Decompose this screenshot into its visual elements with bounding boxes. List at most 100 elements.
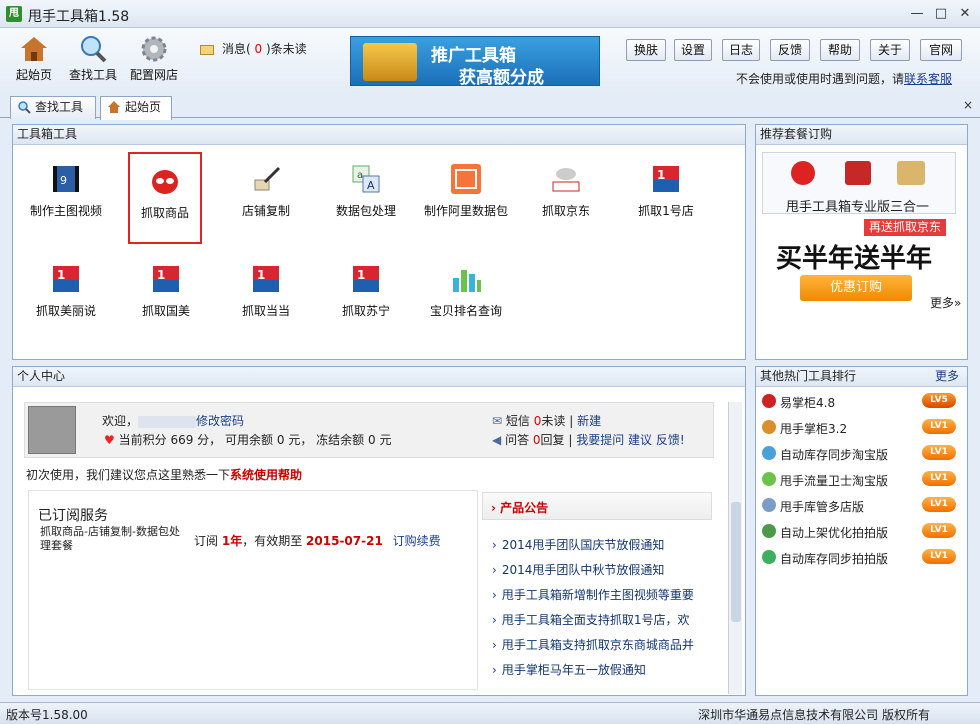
scrollbar-thumb[interactable]	[731, 502, 741, 622]
log-button[interactable]: 日志	[722, 39, 760, 61]
tab-home[interactable]: 起始页	[100, 96, 172, 120]
change-password-link[interactable]: 修改密码	[196, 414, 244, 428]
recommend-title: 推荐套餐订购	[756, 125, 967, 145]
tool-grab-product[interactable]: 抓取商品	[128, 152, 202, 244]
envelope-icon	[200, 44, 214, 55]
settings-button[interactable]: 设置	[674, 39, 712, 61]
heart-icon: ♥	[104, 433, 115, 447]
tab-close-button[interactable]: ×	[963, 98, 973, 112]
minimize-button[interactable]: —	[906, 4, 928, 24]
suning-logo-icon: 1	[653, 166, 679, 192]
promo-banner[interactable]: 推广工具箱 获高额分成	[350, 36, 600, 88]
title-bar: 甩 甩手工具箱1.58 — □ ✕	[0, 0, 980, 28]
welcome-line: 欢迎， 修改密码	[102, 414, 245, 428]
first-use-line: 初次使用，我们建议您点这里熟悉一下系统使用帮助	[26, 468, 303, 482]
hot-tool-item[interactable]: 甩手掌柜3.2 LV1	[762, 415, 958, 441]
level-badge: LV5	[922, 393, 956, 408]
hot-tool-item[interactable]: 自动库存同步拍拍版 LV1	[762, 545, 958, 571]
tab-bar: 查找工具 起始页	[0, 94, 980, 120]
system-help-link[interactable]: 系统使用帮助	[230, 468, 302, 482]
tool-grab-jd[interactable]: 抓取京东	[516, 150, 616, 250]
tool-rank-query[interactable]: 宝贝排名查询	[416, 250, 516, 350]
new-sms-link[interactable]: 新建	[577, 414, 601, 428]
hot-more-link[interactable]: 更多	[935, 367, 959, 386]
notice-item[interactable]: 2014甩手团队中秋节放假通知	[492, 561, 665, 578]
promo-headline: 买半年送半年	[776, 244, 933, 274]
alibaba-icon	[451, 164, 481, 194]
personal-title: 个人中心	[13, 367, 745, 387]
window-title: 甩手工具箱1.58	[28, 9, 130, 25]
home-button[interactable]: 起始页	[2, 28, 66, 92]
hot-tool-item[interactable]: 自动库存同步淘宝版 LV1	[762, 441, 958, 467]
ask-question-link[interactable]: 我要提问 建议 反馈!	[576, 433, 684, 447]
tool-make-video[interactable]: 9 制作主图视频	[16, 150, 116, 250]
subscription-line: 订阅 1年，有效期至 2015-07-21 订购续费	[194, 534, 441, 548]
svg-text:1: 1	[657, 168, 665, 182]
app-icon: 甩	[6, 6, 22, 22]
tool-grab-suning[interactable]: 1 抓取苏宁	[316, 250, 416, 350]
tool-grab-meilishuo[interactable]: 1 抓取美丽说	[16, 250, 116, 350]
level-badge: LV1	[922, 445, 956, 460]
suning-logo-icon: 1	[153, 266, 179, 292]
renew-link[interactable]: 订购续费	[393, 534, 441, 548]
suning-logo-icon: 1	[253, 266, 279, 292]
find-tool-button[interactable]: 查找工具	[61, 28, 125, 92]
svg-text:1: 1	[257, 268, 265, 282]
svg-text:a: a	[357, 170, 363, 181]
tool-grab-gome[interactable]: 1 抓取国美	[116, 250, 216, 350]
svg-text:1: 1	[57, 268, 65, 282]
version-label: 版本号1.58.00	[6, 708, 88, 722]
csv-icon	[897, 161, 925, 185]
website-button[interactable]: 官网	[920, 39, 962, 61]
hot-tools-title: 其他热门工具排行 更多	[756, 367, 967, 387]
suning-logo-icon: 1	[353, 266, 379, 292]
notice-item[interactable]: 甩手工具箱全面支持抓取1号店，欢	[492, 611, 690, 628]
notice-item[interactable]: 甩手工具箱新增制作主图视频等重要	[492, 586, 694, 603]
notice-item[interactable]: 甩手掌柜马年五一放假通知	[492, 661, 646, 678]
vertical-scrollbar[interactable]	[728, 402, 742, 694]
contact-line: 不会使用或使用时遇到问题，请联系客服	[736, 72, 953, 86]
translate-icon: aA	[352, 165, 380, 193]
skin-button[interactable]: 换肤	[626, 39, 666, 61]
tool-copy-shop[interactable]: 店铺复制	[216, 150, 316, 250]
avatar	[28, 406, 76, 454]
tool-icon	[762, 394, 776, 408]
recommend-more-link[interactable]: 更多»	[930, 294, 961, 311]
treasure-chest-icon	[363, 43, 417, 81]
config-shop-button[interactable]: 配置网店	[122, 28, 186, 92]
tool-data-package[interactable]: aA 数据包处理	[316, 150, 416, 250]
about-button[interactable]: 关于	[870, 39, 910, 61]
tool-icon	[762, 550, 776, 564]
toolbar: 起始页 查找工具 配置网店 消息( 0 )条未读 推广工具箱 获高额分成 换肤 …	[0, 28, 980, 94]
package-title: 甩手工具箱专业版三合一	[786, 200, 930, 215]
message-indicator[interactable]: 消息( 0 )条未读	[200, 40, 307, 57]
tool-ali-package[interactable]: 制作阿里数据包	[416, 150, 516, 250]
help-button[interactable]: 帮助	[820, 39, 860, 61]
hot-tool-item[interactable]: 易掌柜4.8 LV5	[762, 389, 958, 415]
hot-tool-item[interactable]: 甩手流量卫士淘宝版 LV1	[762, 467, 958, 493]
level-badge: LV1	[922, 419, 956, 434]
notice-item[interactable]: 甩手工具箱支持抓取京东商城商品并	[492, 636, 694, 653]
maximize-button[interactable]: □	[930, 4, 952, 24]
house-icon	[21, 37, 47, 61]
close-button[interactable]: ✕	[954, 4, 976, 24]
bar-chart-icon	[453, 270, 481, 292]
suning-logo-icon: 1	[53, 266, 79, 292]
contact-support-link[interactable]: 联系客服	[904, 72, 952, 86]
copyright-label: 深圳市华通易点信息技术有限公司 版权所有	[698, 708, 930, 722]
svg-text:1: 1	[157, 268, 165, 282]
tab-find-tool[interactable]: 查找工具	[10, 96, 96, 119]
toolbox-title: 工具箱工具	[13, 125, 745, 145]
tool-grab-yhd[interactable]: 1 抓取1号店	[616, 150, 716, 250]
hot-tool-item[interactable]: 甩手库管多店版 LV1	[762, 493, 958, 519]
user-info-box	[24, 402, 714, 458]
hot-tool-item[interactable]: 自动上架优化拍拍版 LV1	[762, 519, 958, 545]
tool-grab-dangdang[interactable]: 1 抓取当当	[216, 250, 316, 350]
shop-copy-icon	[845, 161, 871, 185]
service-name: 抓取商品-店铺复制-数据包处理套餐	[40, 525, 180, 552]
gear-icon	[141, 36, 167, 62]
order-button[interactable]: 优惠订购	[800, 275, 912, 301]
feedback-button[interactable]: 反馈	[770, 39, 810, 61]
notice-item[interactable]: 2014甩手团队国庆节放假通知	[492, 536, 665, 553]
account-line: ♥ 当前积分 669 分， 可用余额 0 元， 冻结余额 0 元	[104, 433, 392, 447]
